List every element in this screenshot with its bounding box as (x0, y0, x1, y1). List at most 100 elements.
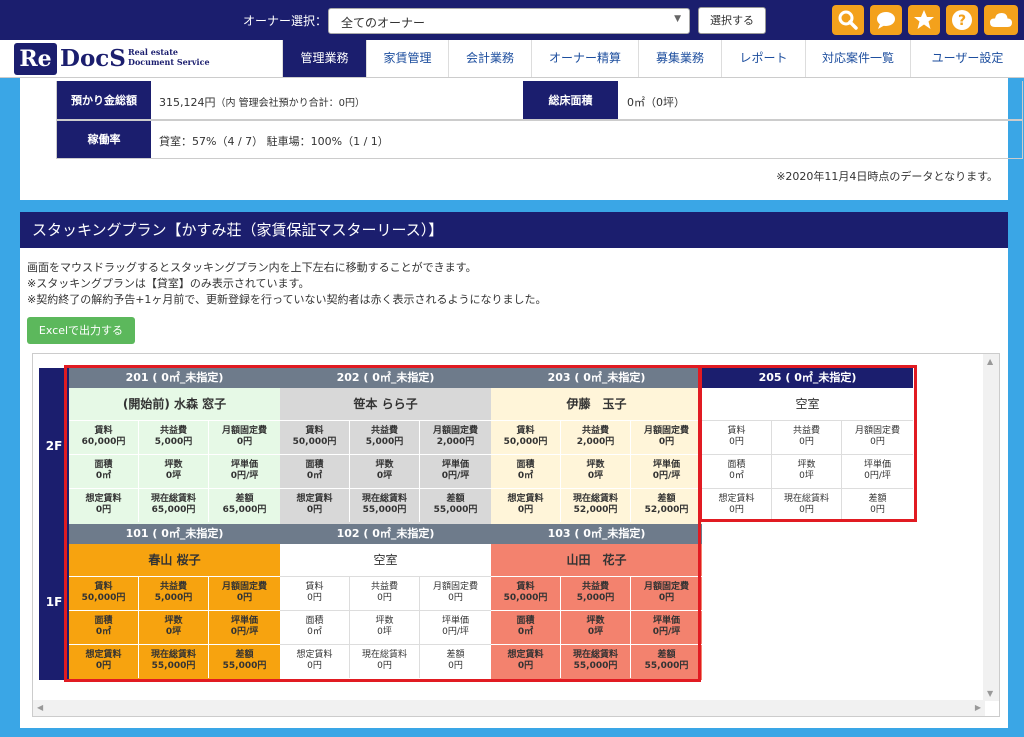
unit-cell-label: 想定賃料 (85, 650, 122, 660)
nav-item-user-settings[interactable]: ユーザー設定 (910, 40, 1024, 77)
unit-cell-label: 賃料 (516, 426, 535, 436)
unit-cell-label: 現在総賃料 (361, 494, 407, 504)
owner-select[interactable]: 全てのオーナー ▼ (328, 8, 690, 34)
unit-cell-value: 55,000円 (362, 505, 407, 515)
star-icon[interactable] (908, 5, 940, 35)
unit-cell: 想定賃料 0円 (491, 644, 561, 678)
unit-cell-label: 想定賃料 (718, 494, 755, 504)
unit-cell-label: 面積 (516, 460, 535, 470)
unit-cell-value: 0円/坪 (441, 471, 470, 481)
unit-cell-value: 0円/坪 (442, 627, 469, 637)
unit-header: 205 ( 0㎡_未指定) (702, 368, 913, 388)
unit-cell: 坪数 0坪 (772, 454, 842, 488)
unit-cell-label: 坪単価 (652, 460, 680, 470)
unit-101[interactable]: 101 ( 0㎡_未指定) 春山 桜子 賃料 50,000円 共益費 5,000円 月額固定… (69, 524, 280, 680)
unit-cell-label: 月額固定費 (221, 582, 267, 592)
nav-item-management[interactable]: 管理業務 (282, 40, 366, 77)
unit-cell-label: 現在総賃料 (150, 494, 196, 504)
logo-re: Re (14, 43, 57, 75)
unit-cell-label: 差額 (657, 494, 676, 504)
search-icon[interactable] (832, 5, 864, 35)
unit-cell-value: 0㎡ (95, 627, 112, 637)
unit-cell: 賃料 0円 (702, 420, 772, 454)
unit-cell-value: 0坪 (587, 471, 604, 481)
unit-cell-label: 月額固定費 (854, 426, 900, 436)
unit-cell-value: 50,000円 (503, 437, 548, 447)
unit-cell: 月額固定費 2,000円 (420, 420, 491, 454)
top-bar: オーナー選択： 全てのオーナー ▼ 選択する ? (0, 0, 1024, 40)
unit-203[interactable]: 203 ( 0㎡_未指定) 伊藤 玉子 賃料 50,000円 共益費 2,000円 月額固定… (491, 368, 702, 524)
unit-cell-value: 0円 (870, 437, 885, 447)
unit-cell: 月額固定費 0円 (209, 420, 280, 454)
unit-202[interactable]: 202 ( 0㎡_未指定) 笹本 らら子 賃料 50,000円 共益費 5,000円 月額固… (280, 368, 491, 524)
unit-header: 101 ( 0㎡_未指定) (69, 524, 280, 544)
unit-102[interactable]: 102 ( 0㎡_未指定) 空室 賃料 0円 共益費 0円 月額固定費 0円 面積 0㎡ 坪数 0坪坪… (280, 524, 491, 680)
unit-cell: 差額 55,000円 (209, 644, 280, 678)
unit-103[interactable]: 103 ( 0㎡_未指定) 山田 花子 賃料 50,000円 共益費 5,000円 月額固定… (491, 524, 702, 680)
unit-cell-label: 差額 (446, 650, 465, 660)
cloud-icon[interactable] (984, 5, 1018, 35)
floor-label-2f: 2F (39, 368, 69, 524)
unit-cell-value: 0円 (236, 437, 253, 447)
nav-item-cases[interactable]: 対応案件一覧 (805, 40, 910, 77)
nav-item-report[interactable]: レポート (721, 40, 805, 77)
horizontal-scrollbar[interactable]: ◀ ▶ (33, 700, 985, 716)
unit-cell-label: 坪数 (586, 460, 605, 470)
unit-cell-value: 0㎡ (306, 471, 323, 481)
excel-export-button[interactable]: Excelで出力する (27, 317, 135, 344)
vertical-scrollbar[interactable]: ▲ ▼ (983, 354, 999, 701)
unit-cell: 賃料 50,000円 (69, 576, 139, 610)
unit-205[interactable]: 205 ( 0㎡_未指定) 空室 賃料 0円 共益費 0円 月額固定費 0円 面積 0㎡ 坪数 0坪坪… (702, 368, 913, 524)
nav-item-accounting[interactable]: 会計業務 (448, 40, 531, 77)
unit-tenant-name: 伊藤 玉子 (566, 397, 627, 411)
unit-cell-label: 坪単価 (441, 616, 469, 626)
unit-cell-label: 差額 (235, 650, 254, 660)
unit-cell-value: 0円 (236, 593, 253, 603)
unit-cell-value: 5,000円 (154, 593, 193, 603)
unit-tenant-name: 空室 (795, 397, 820, 411)
unit-cell-label: 現在総賃料 (150, 650, 196, 660)
unit-cell: 想定賃料 0円 (280, 488, 350, 522)
unit-cell: 月額固定費 0円 (209, 576, 280, 610)
unit-cell-label: 共益費 (370, 426, 398, 436)
help-icon[interactable]: ? (946, 5, 978, 35)
unit-cell-value: 55,000円 (573, 661, 618, 671)
unit-cell-value: 0円 (307, 661, 322, 671)
logo-docs: DocS (60, 45, 126, 72)
unit-cell: 差額 0円 (842, 488, 913, 522)
unit-header: 102 ( 0㎡_未指定) (280, 524, 491, 544)
unit-cell: 面積 0㎡ (491, 454, 561, 488)
nav-item-recruitment[interactable]: 募集業務 (638, 40, 721, 77)
stacking-plan-canvas[interactable]: 2F 1F ▲ ▼ ◀ ▶ 201 ( 0㎡_未指定) (開始前) 水森 窓子 賃料… (32, 353, 1000, 717)
unit-cell: 賃料 50,000円 (280, 420, 350, 454)
stacking-note: ※契約終了の解約予告+1ヶ月前で、更新登録を行っていない契約者は赤く表示されるよ… (27, 293, 547, 306)
unit-cell-value: 0円 (95, 661, 112, 671)
unit-cell-label: 賃料 (305, 582, 324, 592)
unit-cell: 現在総賃料 65,000円 (139, 488, 209, 522)
unit-cell-label: 坪単価 (441, 460, 469, 470)
unit-cell: 差額 65,000円 (209, 488, 280, 522)
unit-cell-value: 0㎡ (517, 627, 534, 637)
unit-cell-label: 現在総賃料 (572, 650, 618, 660)
unit-cell: 現在総賃料 0円 (350, 644, 420, 678)
nav-item-owner-settlement[interactable]: オーナー精算 (531, 40, 638, 77)
unit-cell-value: 50,000円 (503, 593, 548, 603)
unit-cell: 月額固定費 0円 (842, 420, 913, 454)
unit-tenant-name: 笹本 らら子 (353, 397, 418, 411)
unit-cell: 坪数 0坪 (350, 454, 420, 488)
unit-201[interactable]: 201 ( 0㎡_未指定) (開始前) 水森 窓子 賃料 60,000円 共益費 5,00… (69, 368, 280, 524)
unit-cell-value: 65,000円 (151, 505, 196, 515)
unit-header: 203 ( 0㎡_未指定) (491, 368, 702, 388)
unit-cell-label: 共益費 (792, 426, 820, 436)
unit-cell-label: 賃料 (94, 582, 113, 592)
chat-icon[interactable] (870, 5, 902, 35)
unit-cell: 賃料 0円 (280, 576, 350, 610)
unit-cell-value: 52,000円 (644, 505, 689, 515)
select-owner-button[interactable]: 選択する (698, 7, 766, 34)
unit-cell-label: 坪数 (375, 460, 394, 470)
unit-cell-label: 面積 (94, 616, 113, 626)
unit-cell-value: 0㎡ (95, 471, 112, 481)
unit-cell-value: 0円 (377, 661, 392, 671)
nav-item-rent[interactable]: 家賃管理 (366, 40, 448, 77)
unit-cell-label: 共益費 (370, 582, 398, 592)
